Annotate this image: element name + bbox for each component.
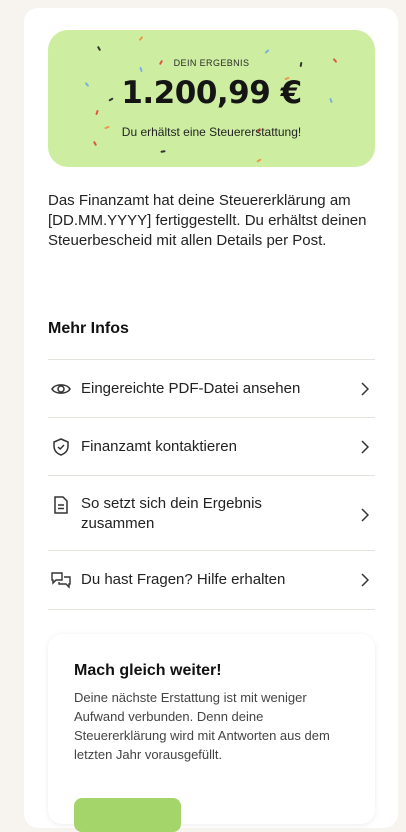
next-year-text: Deine nächste Erstattung ist mit weniger… [74,690,330,762]
result-banner: DEIN ERGEBNIS 1.200,99 € Du erhältst ein… [48,30,375,167]
get-help-row[interactable]: Du hast Fragen? Hilfe erhalten [48,566,375,594]
confetti [138,35,144,42]
refund-amount: 1.200,99 € [121,75,302,111]
more-info-title: Mehr Infos [48,320,129,337]
confetti [92,140,98,147]
contact-tax-office-label: Finanzamt kontaktieren [81,438,237,455]
divider [48,475,375,476]
chevron-right-icon [357,570,373,590]
document-icon [50,494,72,516]
confetti [264,49,270,54]
result-breakdown-row[interactable]: So setzt sich dein Ergebnis zusammen [48,494,375,534]
shield-check-icon [50,436,72,458]
chevron-right-icon [357,505,373,525]
view-pdf-row[interactable]: Eingereichte PDF-Datei ansehen [48,375,375,403]
chat-bubbles-icon [50,569,72,591]
result-subtitle: Du erhältst eine Steuererstattung! [121,125,302,139]
confetti [256,158,262,163]
next-year-card: Mach gleich weiter! Deine nächste Erstat… [48,634,375,832]
divider [48,359,375,360]
status-description: Das Finanzamt hat deine Steuererklärung … [48,192,367,249]
eye-icon [50,378,72,400]
result-breakdown-label: So setzt sich dein Ergebnis zusammen [81,495,262,532]
divider [48,550,375,551]
divider [48,417,375,418]
continue-button[interactable] [74,798,181,832]
next-year-title: Mach gleich weiter! [74,662,222,679]
chevron-right-icon [357,437,373,457]
divider [48,609,375,610]
result-kicker: DEIN ERGEBNIS [173,58,250,68]
contact-tax-office-row[interactable]: Finanzamt kontaktieren [48,433,375,461]
view-pdf-label: Eingereichte PDF-Datei ansehen [81,380,301,397]
get-help-label: Du hast Fragen? Hilfe erhalten [81,571,286,588]
confetti [96,45,102,52]
chevron-right-icon [357,379,373,399]
confetti [160,150,166,153]
